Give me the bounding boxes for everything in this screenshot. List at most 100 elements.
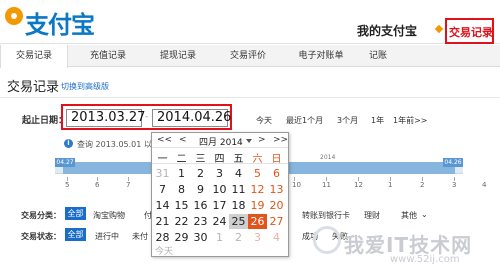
calendar-day[interactable]: 16 <box>191 198 210 213</box>
status-unpaid-option[interactable]: 未付 <box>132 231 148 242</box>
slider-tick-label: 10 <box>292 181 301 189</box>
start-date-input[interactable]: 2013.03.27 <box>66 109 145 127</box>
calendar-day[interactable]: 23 <box>191 214 210 229</box>
calendar-month-title[interactable]: 四月 2014 <box>199 135 243 148</box>
page-title: 交易记录 <box>7 80 60 95</box>
date-separator: - <box>145 112 149 122</box>
calendar-day-hovered[interactable]: 25 <box>229 214 248 229</box>
slider-tick-label: 4 <box>482 181 487 189</box>
watermark-url: www.52ij.com <box>390 254 460 265</box>
chevron-down-icon[interactable]: ⌄ <box>421 210 428 219</box>
calendar-day-selected[interactable]: 26 <box>248 214 267 229</box>
weekday-label: 日 <box>271 154 282 165</box>
records-link-highlight[interactable]: 交易记录 <box>445 18 494 44</box>
calendar-day[interactable]: 12 <box>248 182 267 197</box>
calendar-day[interactable]: 17 <box>210 198 229 213</box>
alipay-logo-icon <box>5 7 23 25</box>
calendar-day[interactable]: 31 <box>153 166 172 181</box>
tab-recharge-records[interactable]: 充值记录 <box>78 45 138 67</box>
calendar-day[interactable]: 7 <box>153 182 172 197</box>
calendar-day[interactable]: 6 <box>267 166 286 181</box>
category-bank-transfer-option[interactable]: 转账到银行卡 <box>302 210 350 221</box>
slider-tick-label: 5 <box>65 181 70 189</box>
tab-e-statement[interactable]: 电子对账单 <box>288 45 354 67</box>
calendar-day[interactable]: 4 <box>229 166 248 181</box>
calendar-day[interactable]: 30 <box>191 230 210 245</box>
weekday-label: 五 <box>233 154 244 165</box>
calendar-day[interactable]: 18 <box>229 198 248 213</box>
quick-range-over-1-year[interactable]: 1年前>> <box>393 115 428 126</box>
calendar-day[interactable]: 27 <box>267 214 286 229</box>
calendar-day[interactable]: 13 <box>267 182 286 197</box>
calendar-day[interactable]: 8 <box>172 182 191 197</box>
calendar-day[interactable]: 5 <box>248 166 267 181</box>
calendar-day[interactable]: 21 <box>153 214 172 229</box>
tab-transaction-records[interactable]: 交易记录 <box>0 45 68 68</box>
weekday-label: 六 <box>252 154 263 165</box>
calendar-day[interactable]: 28 <box>153 230 172 245</box>
tab-withdraw-records[interactable]: 提现记录 <box>148 45 208 67</box>
weekday-label: 三 <box>195 154 206 165</box>
status-filter-label: 交易状态： <box>21 232 61 241</box>
calendar-day[interactable]: 9 <box>191 182 210 197</box>
status-all-button[interactable]: 全部 <box>65 228 86 241</box>
logo-text: 支付宝 <box>25 10 95 39</box>
category-finance-option[interactable]: 理财 <box>364 210 380 221</box>
switch-advanced-link[interactable]: 切换到高级版 <box>61 81 109 92</box>
calendar-day[interactable]: 24 <box>210 214 229 229</box>
category-other-option[interactable]: 其他 <box>401 210 417 221</box>
status-in-progress-option[interactable]: 进行中 <box>95 231 119 242</box>
prev-month-button[interactable]: < <box>179 135 187 145</box>
sub-navigation: 交易记录 充值记录 提现记录 交易评价 电子对账单 记账 <box>0 45 500 68</box>
calendar-today-button[interactable]: 今天 <box>155 244 173 257</box>
slider-tick-label: 6 <box>95 181 100 189</box>
my-alipay-link[interactable]: 我的支付宝 <box>357 22 417 39</box>
calendar-day[interactable]: 4 <box>267 230 286 245</box>
slider-tick-label: 12 <box>354 181 363 189</box>
chevron-down-icon[interactable] <box>246 139 252 143</box>
quick-range-today[interactable]: 今天 <box>256 115 272 126</box>
records-link[interactable]: 交易记录 <box>449 24 493 40</box>
quick-range-1-month[interactable]: 最近1个月 <box>286 115 323 126</box>
calendar-day[interactable]: 22 <box>172 214 191 229</box>
calendar-day[interactable]: 20 <box>267 198 286 213</box>
tab-bookkeeping[interactable]: 记账 <box>358 45 398 67</box>
next-year-button[interactable]: >> <box>273 135 288 145</box>
calendar-day[interactable]: 3 <box>248 230 267 245</box>
category-all-button[interactable]: 全部 <box>65 207 86 220</box>
slider-tick-label: 2 <box>420 181 425 189</box>
calendar-day[interactable]: 15 <box>172 198 191 213</box>
calendar-day[interactable]: 14 <box>153 198 172 213</box>
slider-start-handle[interactable]: 04.27 <box>55 158 75 167</box>
quick-range-3-months[interactable]: 3个月 <box>337 115 358 126</box>
calendar-day[interactable]: 1 <box>210 230 229 245</box>
info-text: 查询 2013.05.01 以前 <box>77 140 160 149</box>
alipay-logo[interactable]: 支付宝 <box>5 5 115 41</box>
weekday-label: 二 <box>176 154 187 165</box>
calendar-day[interactable]: 3 <box>210 166 229 181</box>
calendar-day[interactable]: 10 <box>210 182 229 197</box>
info-icon: i <box>64 139 73 148</box>
calendar-weekday-row: 一 二 三 四 五 六 日 <box>152 149 288 165</box>
category-filter-label: 交易分类： <box>21 211 61 220</box>
slider-tick-label: 1 <box>388 181 393 189</box>
slider-tick-label: 7 <box>126 181 131 189</box>
tab-transaction-reviews[interactable]: 交易评价 <box>218 45 278 67</box>
calendar-day[interactable]: 19 <box>248 198 267 213</box>
next-month-button[interactable]: > <box>258 135 266 145</box>
weekday-label: 四 <box>214 154 225 165</box>
quick-range-1-year[interactable]: 1年 <box>371 115 384 126</box>
slider-end-handle[interactable]: 04.26 <box>443 158 463 167</box>
end-date-input[interactable]: 2014.04.26 <box>152 109 231 127</box>
calendar-day[interactable]: 2 <box>229 230 248 245</box>
prev-year-button[interactable]: << <box>157 135 172 145</box>
weekday-label: 一 <box>157 154 168 165</box>
calendar-day[interactable]: 1 <box>172 166 191 181</box>
calendar-day[interactable]: 29 <box>172 230 191 245</box>
slider-tick-label: 3 <box>452 181 457 189</box>
title-divider <box>0 97 500 98</box>
category-taobao-option[interactable]: 淘宝购物 <box>93 210 125 221</box>
date-picker-popup: << < 四月 2014 > >> 一 二 三 四 五 六 日 31 1 2 3… <box>151 132 289 257</box>
calendar-day[interactable]: 11 <box>229 182 248 197</box>
calendar-day[interactable]: 2 <box>191 166 210 181</box>
